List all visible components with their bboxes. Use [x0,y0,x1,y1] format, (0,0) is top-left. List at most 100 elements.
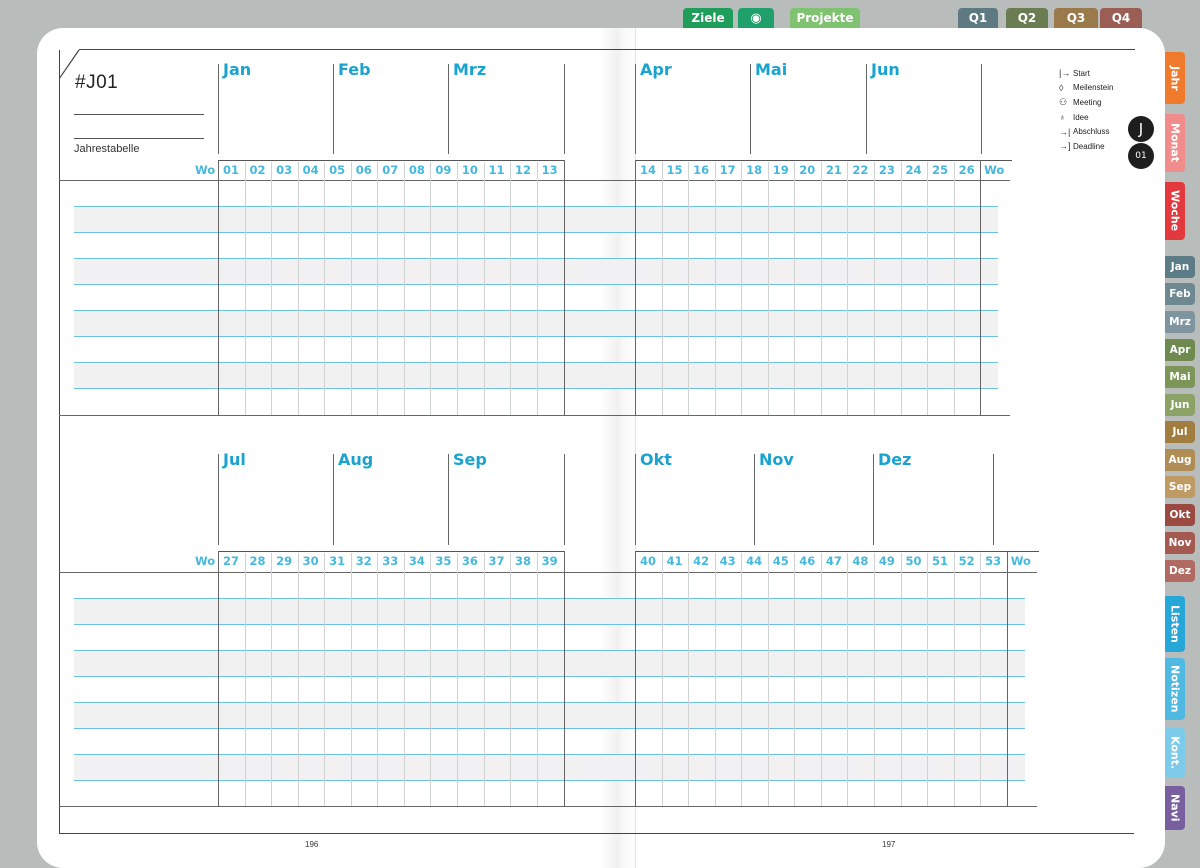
completion-icon: →| [1059,126,1071,137]
tab-q2[interactable]: Q2 [1006,8,1048,28]
month-separator [981,64,982,154]
tab-label: Q1 [968,11,988,25]
week-number: 45 [772,554,789,568]
legend-item: →| Abschluss [1059,124,1113,139]
month-separator [635,64,636,154]
tab-q1[interactable]: Q1 [958,8,998,28]
week-number: 33 [382,554,399,568]
week-column-line [297,162,299,415]
month-aug: Aug [338,450,374,469]
side-tab-jun[interactable]: Jun [1165,394,1195,416]
month-jul: Jul [223,450,246,469]
side-tab-label: Nov [1168,537,1192,549]
week-number: 50 [905,554,922,568]
section-badge[interactable]: J [1128,116,1154,142]
week-number: 18 [746,163,763,177]
side-tab-monat[interactable]: Monat [1165,114,1185,172]
week-number: 16 [693,163,710,177]
week-number: 34 [408,554,425,568]
week-column-line [271,162,273,415]
week-number: 11 [488,163,505,177]
month-separator [333,64,334,154]
legend-item: |→ Start [1059,66,1113,81]
month-okt: Okt [640,450,672,469]
legend-item: ♁ Idee [1059,110,1113,125]
row-line [74,728,1025,729]
side-tab-sep[interactable]: Sep [1165,476,1195,498]
title-line [74,114,204,115]
week-number: 26 [958,163,975,177]
month-mrz: Mrz [453,60,487,79]
week-column-line [456,553,458,806]
week-column-line [688,553,690,806]
side-tab-jul[interactable]: Jul [1165,421,1195,443]
meeting-icon: ⚇ [1059,96,1068,107]
side-tab-dez[interactable]: Dez [1165,560,1195,582]
week-number: 05 [329,163,346,177]
week-number: 24 [905,163,922,177]
side-tab-kont[interactable]: Kont. [1165,728,1185,778]
side-tab-mai[interactable]: Mai [1165,366,1195,388]
grid-bottom-rule [59,806,1037,807]
week-number: 36 [461,554,478,568]
week-number: 40 [639,554,656,568]
week-column-line [271,553,273,806]
tab-label: Q4 [1111,11,1131,25]
quarter-separator [980,160,982,415]
week-column-line [688,162,690,415]
side-tab-navi[interactable]: Navi [1165,786,1185,830]
legend: |→ Start ◊ Meilenstein ⚇ Meeting ♁ Idee →| Abschl… [1059,66,1113,154]
week-column-line [350,162,352,415]
side-tab-woche[interactable]: Woche [1165,182,1185,240]
table-row-shaded [74,598,1025,624]
quarter-separator [564,160,565,415]
week-column-line [661,553,663,806]
week-column-line [847,553,849,806]
month-separator [448,64,449,154]
week-number: 30 [302,554,319,568]
month-nov: Nov [759,450,794,469]
week-number: 07 [382,163,399,177]
week-number: 08 [408,163,425,177]
page-number-right: 197 [882,840,896,849]
idea-icon: ♁ [1059,112,1066,123]
row-line [74,780,1025,781]
week-number: 06 [355,163,372,177]
week-number: 29 [276,554,293,568]
side-tab-okt[interactable]: Okt [1165,504,1195,526]
tab-ziele[interactable]: Ziele [683,8,733,28]
tab-q3[interactable]: Q3 [1054,8,1098,28]
side-tab-label: Apr [1169,344,1191,356]
week-column-line [927,162,929,415]
week-column-line [820,553,822,806]
week-number: 52 [958,554,975,568]
side-tab-label: Jan [1170,261,1190,273]
legend-label: Meilenstein [1073,83,1114,93]
side-tab-jahr[interactable]: Jahr [1165,52,1185,104]
side-tab-apr[interactable]: Apr [1165,339,1195,361]
week-label-left: Wo [195,163,216,177]
week-header-rule [635,551,1039,552]
deadline-icon: →] [1059,141,1071,152]
page-number-badge[interactable]: 01 [1128,143,1154,169]
side-tab-nov[interactable]: Nov [1165,532,1195,554]
tab-overview[interactable]: ◉ [738,8,774,28]
side-tab-label: Okt [1169,509,1191,521]
table-row-shaded [74,702,1025,728]
week-column-line [244,553,246,806]
side-tab-notizen[interactable]: Notizen [1165,658,1185,720]
side-tab-jan[interactable]: Jan [1165,256,1195,278]
side-tab-feb[interactable]: Feb [1165,283,1195,305]
tab-label: Q3 [1066,11,1086,25]
month-separator [218,64,219,154]
side-tab-aug[interactable]: Aug [1165,449,1195,471]
tab-label: Ziele [691,11,725,25]
grid-bottom-rule [59,415,1011,416]
row-line [74,754,1025,755]
week-number: 28 [249,554,266,568]
tab-q4[interactable]: Q4 [1100,8,1142,28]
week-column-line [377,553,379,806]
week-column-line [767,553,769,806]
side-tab-mrz[interactable]: Mrz [1165,311,1195,333]
side-tab-listen[interactable]: Listen [1165,596,1185,652]
